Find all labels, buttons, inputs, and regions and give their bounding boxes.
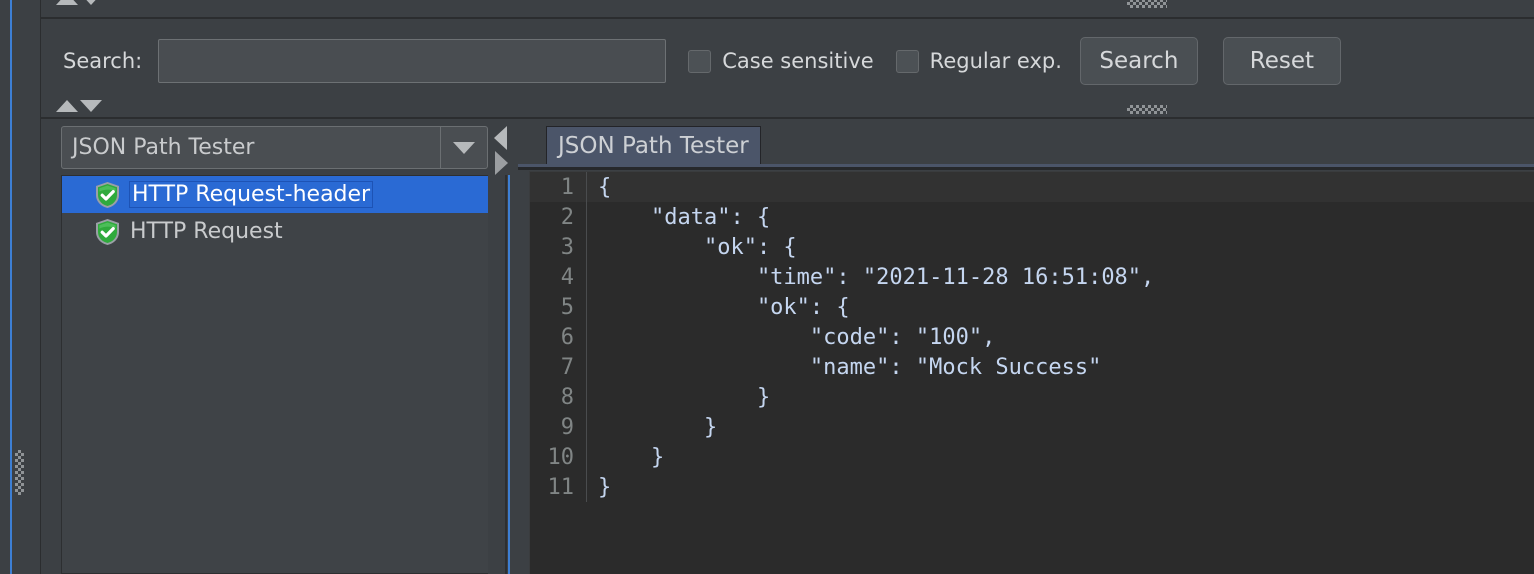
code-line[interactable]: 11} xyxy=(530,472,1534,502)
gutter-separator xyxy=(586,352,587,382)
gutter-separator xyxy=(586,472,587,502)
code-text: "name": "Mock Success" xyxy=(598,354,1102,380)
left-rail xyxy=(0,0,40,574)
gutter-separator xyxy=(586,232,587,262)
code-text: } xyxy=(598,384,771,410)
search-button[interactable]: Search xyxy=(1079,37,1198,85)
tab-json-path-tester[interactable]: JSON Path Tester xyxy=(546,126,761,164)
regular-exp-label: Regular exp. xyxy=(929,49,1062,73)
code-line[interactable]: 6 "code": "100", xyxy=(530,322,1534,352)
gutter-separator xyxy=(586,202,587,232)
gutter-separator xyxy=(586,382,587,412)
case-sensitive-label: Case sensitive xyxy=(722,49,874,73)
checkbox-box-icon[interactable] xyxy=(688,49,712,73)
checkbox-box-icon[interactable] xyxy=(895,49,919,73)
line-number: 2 xyxy=(560,204,574,230)
tree-item-label: HTTP Request xyxy=(130,219,283,244)
line-number: 4 xyxy=(560,264,574,290)
main-panel: Search: Case sensitive Regular exp. Sear… xyxy=(40,0,1534,574)
line-number: 1 xyxy=(560,174,574,200)
tree-item-http-request[interactable]: HTTP Request xyxy=(62,213,488,250)
triangle-down-icon[interactable] xyxy=(80,100,102,112)
line-number: 9 xyxy=(560,414,574,440)
drag-grip-icon[interactable] xyxy=(1127,0,1167,8)
triangle-down-icon[interactable] xyxy=(80,0,102,5)
code-line[interactable]: 1{ xyxy=(530,172,1534,202)
line-number: 11 xyxy=(547,474,575,500)
code-text: "ok": { xyxy=(598,234,797,260)
line-number: 8 xyxy=(560,384,574,410)
tree-pane: JSON Path Tester HTTP Request-header HTT… xyxy=(61,124,510,574)
code-line[interactable]: 7 "name": "Mock Success" xyxy=(530,352,1534,382)
renderer-combo-box[interactable]: JSON Path Tester xyxy=(61,126,488,169)
divider-top xyxy=(41,17,1534,19)
line-number: 10 xyxy=(547,444,575,470)
tab-bar: JSON Path Tester xyxy=(518,124,1534,170)
rail-accent-line xyxy=(10,0,12,574)
triangle-right-icon[interactable] xyxy=(495,151,508,175)
triangle-up-icon[interactable] xyxy=(56,100,78,112)
triangle-left-icon[interactable] xyxy=(494,126,507,150)
results-tree[interactable]: HTTP Request-header HTTP Request xyxy=(61,175,488,574)
code-line[interactable]: 2 "data": { xyxy=(530,202,1534,232)
json-code-editor[interactable]: 1{2 "data": {3 "ok": {4 "time": "2021-11… xyxy=(529,171,1534,574)
pane-splitter-controls[interactable] xyxy=(494,126,516,186)
code-line[interactable]: 8 } xyxy=(530,382,1534,412)
gutter-separator xyxy=(586,322,587,352)
tree-pane-border xyxy=(505,175,507,574)
renderer-combo-value: JSON Path Tester xyxy=(72,135,255,160)
search-toolbar: Search: Case sensitive Regular exp. Sear… xyxy=(41,22,1534,100)
code-text: "time": "2021-11-28 16:51:08", xyxy=(598,264,1155,290)
reset-button[interactable]: Reset xyxy=(1222,37,1341,85)
chevron-down-icon[interactable] xyxy=(440,127,487,168)
jmeter-json-path-tester-screen: Search: Case sensitive Regular exp. Sear… xyxy=(0,0,1534,574)
shield-check-icon xyxy=(94,181,121,209)
gutter-separator xyxy=(586,292,587,322)
code-line[interactable]: 10 } xyxy=(530,442,1534,472)
code-text: "data": { xyxy=(598,204,771,230)
tree-item-label: HTTP Request-header xyxy=(128,181,374,208)
divider-mid xyxy=(41,117,1534,119)
gutter-separator xyxy=(586,172,587,202)
collapse-arrows-top[interactable] xyxy=(56,0,102,5)
code-line[interactable]: 3 "ok": { xyxy=(530,232,1534,262)
code-text: { xyxy=(598,174,612,200)
gutter-separator xyxy=(586,442,587,472)
editor-pane: JSON Path Tester 1{2 "data": {3 "ok": {4… xyxy=(518,124,1534,574)
tab-underline-shadow xyxy=(518,167,1534,170)
regular-exp-checkbox[interactable]: Regular exp. xyxy=(895,49,1062,73)
tree-item-http-request-header[interactable]: HTTP Request-header xyxy=(62,176,488,213)
gutter-separator xyxy=(586,262,587,292)
code-text: } xyxy=(598,414,718,440)
search-label: Search: xyxy=(63,49,143,73)
line-number: 7 xyxy=(560,354,574,380)
triangle-up-icon[interactable] xyxy=(56,0,78,5)
code-text: "code": "100", xyxy=(598,324,996,350)
drag-grip-icon[interactable] xyxy=(15,450,24,495)
code-text: "ok": { xyxy=(598,294,850,320)
case-sensitive-checkbox[interactable]: Case sensitive xyxy=(688,49,874,73)
code-text: } xyxy=(598,444,665,470)
line-number: 3 xyxy=(560,234,574,260)
content-area: JSON Path Tester HTTP Request-header HTT… xyxy=(41,124,1534,574)
gutter-separator xyxy=(586,412,587,442)
line-number: 5 xyxy=(560,294,574,320)
code-line[interactable]: 4 "time": "2021-11-28 16:51:08", xyxy=(530,262,1534,292)
code-line[interactable]: 5 "ok": { xyxy=(530,292,1534,322)
code-text: } xyxy=(598,474,612,500)
collapse-arrows-mid[interactable] xyxy=(56,100,102,112)
shield-check-icon xyxy=(94,218,121,246)
line-number: 6 xyxy=(560,324,574,350)
drag-grip-icon[interactable] xyxy=(1127,105,1167,114)
search-input[interactable] xyxy=(158,39,667,83)
code-line[interactable]: 9 } xyxy=(530,412,1534,442)
tree-pane-accent-edge xyxy=(508,175,510,574)
